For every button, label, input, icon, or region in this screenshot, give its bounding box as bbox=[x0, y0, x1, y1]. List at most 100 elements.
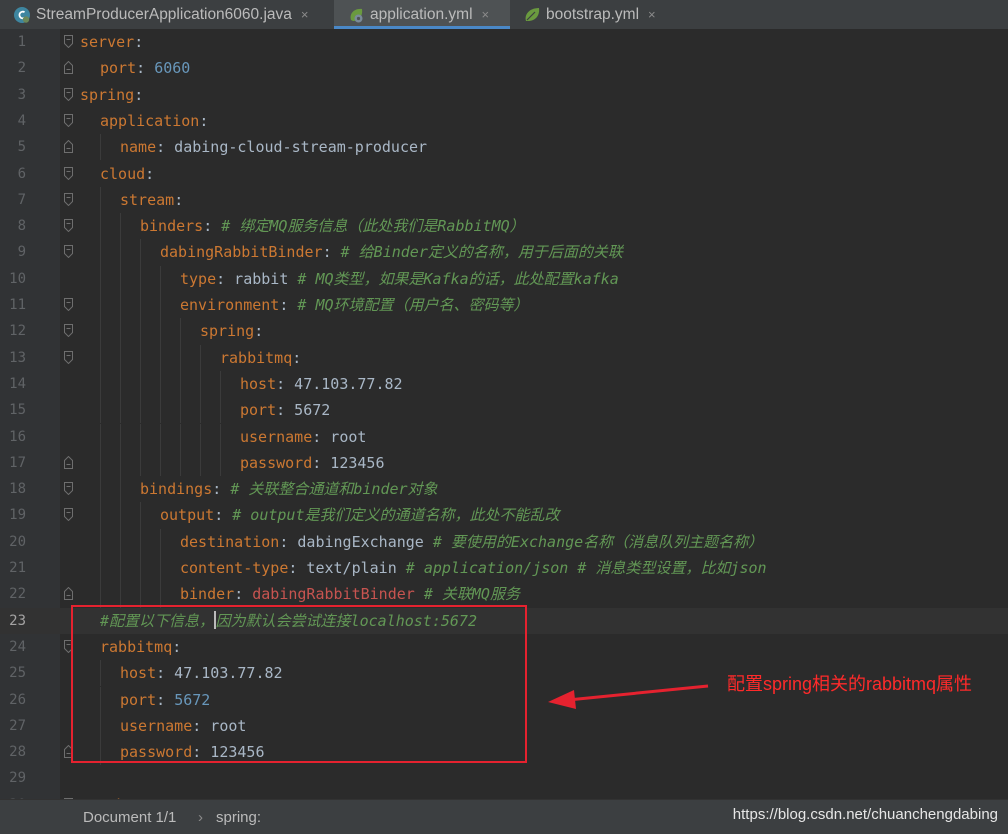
close-icon[interactable]: × bbox=[482, 7, 490, 22]
yaml-value: : root bbox=[312, 427, 367, 446]
close-icon[interactable]: × bbox=[301, 7, 309, 22]
line-number: 27 bbox=[9, 717, 26, 734]
indent-guide bbox=[200, 449, 201, 477]
indent-guide bbox=[100, 581, 101, 608]
tab-bootstrap-yml[interactable]: bootstrap.yml × bbox=[510, 0, 680, 29]
indent-guide bbox=[140, 318, 141, 345]
fold-open-icon[interactable] bbox=[64, 245, 73, 259]
fold-open-icon[interactable] bbox=[64, 324, 73, 338]
code-line[interactable]: 8 binders: # 绑定MQ服务信息（此处我们是RabbitMQ） bbox=[0, 213, 1008, 240]
fold-end-icon[interactable] bbox=[64, 587, 73, 601]
code-line[interactable]: 30 eureka: bbox=[0, 792, 1008, 799]
code-text: rabbitmq: bbox=[220, 345, 301, 371]
yaml-value: : bbox=[174, 190, 184, 209]
code-line[interactable]: 10 type: rabbit # MQ类型，如果是Kafka的话，此处配置kaf… bbox=[0, 265, 1008, 292]
spring-yml-icon bbox=[350, 8, 363, 22]
yaml-value: : 47.103.77.82 bbox=[276, 374, 403, 393]
code-line[interactable]: 1 server: bbox=[0, 29, 1008, 55]
indent-guide bbox=[100, 423, 101, 450]
indent-guide bbox=[200, 344, 201, 371]
code-line[interactable]: 7 stream: bbox=[0, 186, 1008, 214]
indent-guide bbox=[160, 344, 161, 371]
code-line[interactable]: 15 port: 5672 bbox=[0, 397, 1008, 424]
code-line[interactable]: 5 name: dabing-cloud-stream-producer bbox=[0, 134, 1008, 161]
yaml-key: dabingRabbitBinder bbox=[160, 243, 323, 262]
fold-open-icon[interactable] bbox=[64, 482, 73, 496]
fold-open-icon[interactable] bbox=[64, 298, 73, 311]
code-text: binder: dabingRabbitBinder # 关联MQ服务 bbox=[180, 581, 520, 607]
document-indicator[interactable]: Document 1/1 bbox=[83, 809, 176, 826]
yaml-value: : dabingExchange bbox=[279, 532, 433, 551]
indent-guide bbox=[200, 397, 201, 424]
indent-guide bbox=[100, 370, 101, 398]
yaml-key: bindings bbox=[140, 480, 213, 499]
fold-open-icon[interactable] bbox=[64, 192, 73, 206]
indent-guide bbox=[140, 344, 141, 371]
yaml-value: : bbox=[145, 164, 155, 183]
code-line[interactable]: 18 bindings: # 关联整合通道和binder对象 bbox=[0, 476, 1008, 503]
code-line[interactable]: 6 cloud: bbox=[0, 161, 1008, 187]
yaml-value: : 5672 bbox=[276, 401, 331, 420]
indent-guide bbox=[100, 265, 101, 292]
fold-open-icon[interactable] bbox=[64, 113, 73, 127]
code-text: eureka: bbox=[80, 792, 143, 799]
fold-open-icon[interactable] bbox=[64, 166, 73, 180]
code-line[interactable]: 16 username: root bbox=[0, 423, 1008, 450]
code-line[interactable]: 20 destination: dabingExchange # 要使用的Exch… bbox=[0, 528, 1008, 555]
indent-guide bbox=[120, 528, 121, 555]
fold-end-icon[interactable] bbox=[64, 455, 73, 469]
code-line[interactable]: 14 host: 47.103.77.82 bbox=[0, 370, 1008, 398]
code-text: password: 123456 bbox=[240, 450, 385, 476]
yaml-value: : bbox=[134, 85, 144, 104]
close-icon[interactable]: × bbox=[648, 7, 656, 22]
code-text: content-type: text/plain # application/j… bbox=[180, 555, 767, 581]
breadcrumb[interactable]: spring: bbox=[216, 809, 261, 826]
line-number: 24 bbox=[9, 638, 26, 655]
code-line[interactable]: 29 bbox=[0, 765, 1008, 791]
line-number: 30 bbox=[0, 792, 26, 799]
code-line[interactable]: 12 spring: bbox=[0, 318, 1008, 345]
code-line[interactable]: 17 password: 123456 bbox=[0, 449, 1008, 477]
indent-guide bbox=[180, 449, 181, 477]
fold-open-icon[interactable] bbox=[64, 508, 73, 522]
code-line[interactable]: 22 binder: dabingRabbitBinder # 关联MQ服务 bbox=[0, 581, 1008, 608]
code-line[interactable]: 19 output: # output是我们定义的通道名称，此处不能乱改 bbox=[0, 502, 1008, 529]
yaml-value: : bbox=[212, 480, 231, 499]
code-text: spring: bbox=[200, 318, 263, 344]
yaml-key: port bbox=[240, 401, 277, 420]
yaml-key: spring bbox=[200, 322, 255, 341]
yaml-key: cloud bbox=[100, 164, 146, 183]
line-number: 25 bbox=[9, 665, 26, 682]
fold-open-icon[interactable] bbox=[64, 87, 73, 101]
yaml-value: : bbox=[199, 111, 209, 130]
tab-stream-producer-java[interactable]: StreamProducerApplication6060.java × bbox=[0, 0, 334, 29]
fold-end-icon[interactable] bbox=[64, 140, 73, 154]
fold-open-icon[interactable] bbox=[64, 219, 73, 233]
code-line[interactable]: 9 dabingRabbitBinder: # 给Binder定义的名称，用于后面… bbox=[0, 239, 1008, 266]
code-text: host: 47.103.77.82 bbox=[240, 371, 403, 397]
indent-guide bbox=[220, 397, 221, 424]
code-line[interactable]: 4 application: bbox=[0, 108, 1008, 134]
indent-guide bbox=[160, 528, 161, 555]
fold-open-icon[interactable] bbox=[64, 35, 73, 48]
yaml-key: type bbox=[180, 269, 217, 288]
code-line[interactable]: 11 environment: # MQ环境配置（用户名、密码等） bbox=[0, 292, 1008, 319]
yaml-comment: # 给Binder定义的名称，用于后面的关联 bbox=[340, 243, 623, 262]
indent-guide bbox=[120, 318, 121, 345]
yaml-key: spring bbox=[80, 85, 135, 104]
tab-application-yml[interactable]: application.yml × bbox=[334, 0, 510, 29]
indent-guide bbox=[180, 370, 181, 398]
indent-guide bbox=[160, 555, 161, 582]
code-text: application: bbox=[100, 108, 208, 134]
indent-guide bbox=[100, 292, 101, 319]
code-line[interactable]: 13 rabbitmq: bbox=[0, 344, 1008, 371]
code-line[interactable]: 2 port: 6060 bbox=[0, 55, 1008, 81]
yaml-comment: # 关联整合通道和binder对象 bbox=[230, 480, 438, 499]
code-line[interactable]: 3 spring: bbox=[0, 82, 1008, 108]
indent-guide bbox=[100, 397, 101, 424]
fold-end-icon[interactable] bbox=[64, 61, 73, 75]
fold-open-icon[interactable] bbox=[64, 350, 73, 364]
code-line[interactable]: 21 content-type: text/plain # application… bbox=[0, 555, 1008, 582]
line-number: 28 bbox=[9, 744, 26, 761]
indent-guide bbox=[120, 370, 121, 398]
